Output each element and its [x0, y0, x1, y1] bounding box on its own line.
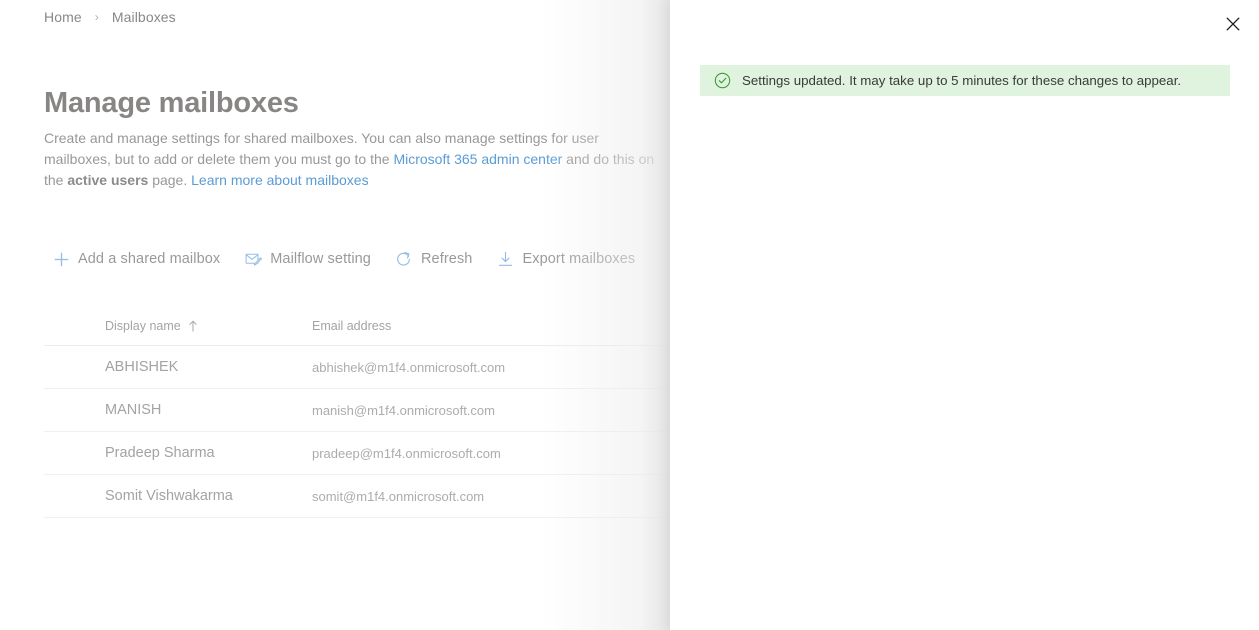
cell-display-name: Pradeep Sharma	[105, 445, 215, 461]
side-panel: Settings updated. It may take up to 5 mi…	[670, 0, 1259, 630]
download-icon	[496, 250, 514, 268]
cell-display-name: ABHISHEK	[105, 359, 179, 375]
column-header-email-address-label: Email address	[312, 318, 392, 333]
table-row[interactable]: ABHISHEK abhishek@m1f4.onmicrosoft.com	[44, 346, 680, 389]
manage-mailboxes-page: Home › Mailboxes Manage mailboxes Create…	[0, 0, 700, 630]
add-icon	[52, 250, 70, 268]
breadcrumb-separator-icon: ›	[94, 10, 99, 24]
column-header-display-name-label: Display name	[105, 318, 181, 333]
add-shared-mailbox-label: Add a shared mailbox	[78, 251, 221, 267]
page-title: Manage mailboxes	[44, 87, 299, 120]
table-row[interactable]: MANISH manish@m1f4.onmicrosoft.com	[44, 389, 680, 432]
export-mailboxes-label: Export mailboxes	[522, 251, 636, 267]
learn-more-mailboxes-link[interactable]: Learn more about mailboxes	[191, 172, 368, 188]
export-mailboxes-button[interactable]: Export mailboxes	[488, 241, 645, 277]
cell-email-address: abhishek@m1f4.onmicrosoft.com	[312, 359, 506, 375]
table-row[interactable]: Somit Vishwakarma somit@m1f4.onmicrosoft…	[44, 475, 680, 518]
breadcrumb-item-mailboxes[interactable]: Mailboxes	[112, 9, 176, 25]
active-users-emphasis: active users	[67, 172, 149, 188]
sort-ascending-icon	[188, 320, 198, 332]
add-shared-mailbox-button[interactable]: Add a shared mailbox	[44, 241, 230, 277]
table-row[interactable]: Pradeep Sharma pradeep@m1f4.onmicrosoft.…	[44, 432, 680, 475]
app-root: Home › Mailboxes Manage mailboxes Create…	[0, 0, 1259, 630]
admin-center-link[interactable]: Microsoft 365 admin center	[393, 151, 562, 167]
status-banner-message: Settings updated. It may take up to 5 mi…	[742, 72, 1182, 88]
refresh-label: Refresh	[420, 251, 473, 267]
mailboxes-table: Display name Email address ABHISHEK abhi…	[44, 306, 680, 518]
breadcrumb-item-home[interactable]: Home	[44, 9, 82, 25]
table-header-row: Display name Email address	[44, 306, 680, 346]
status-banner: Settings updated. It may take up to 5 mi…	[700, 65, 1230, 96]
close-icon[interactable]	[1217, 8, 1249, 40]
cell-display-name: MANISH	[105, 402, 162, 418]
refresh-icon	[395, 250, 413, 268]
column-header-email-address[interactable]: Email address	[312, 319, 612, 333]
mailflow-setting-label: Mailflow setting	[270, 251, 371, 267]
command-bar: Add a shared mailbox Mailflow setting Re…	[44, 240, 651, 278]
page-description-text-3: page.	[148, 172, 192, 188]
page-description: Create and manage settings for shared ma…	[44, 128, 666, 191]
checkmark-circle-icon	[714, 72, 731, 89]
cell-email-address: somit@m1f4.onmicrosoft.com	[312, 488, 485, 504]
cell-email-address: manish@m1f4.onmicrosoft.com	[312, 402, 495, 418]
mailflow-setting-button[interactable]: Mailflow setting	[236, 241, 381, 277]
refresh-button[interactable]: Refresh	[387, 241, 482, 277]
breadcrumb: Home › Mailboxes	[44, 9, 176, 25]
cell-display-name: Somit Vishwakarma	[105, 488, 233, 504]
column-header-display-name[interactable]: Display name	[44, 319, 312, 333]
mailflow-icon	[244, 250, 262, 268]
cell-email-address: pradeep@m1f4.onmicrosoft.com	[312, 445, 501, 461]
